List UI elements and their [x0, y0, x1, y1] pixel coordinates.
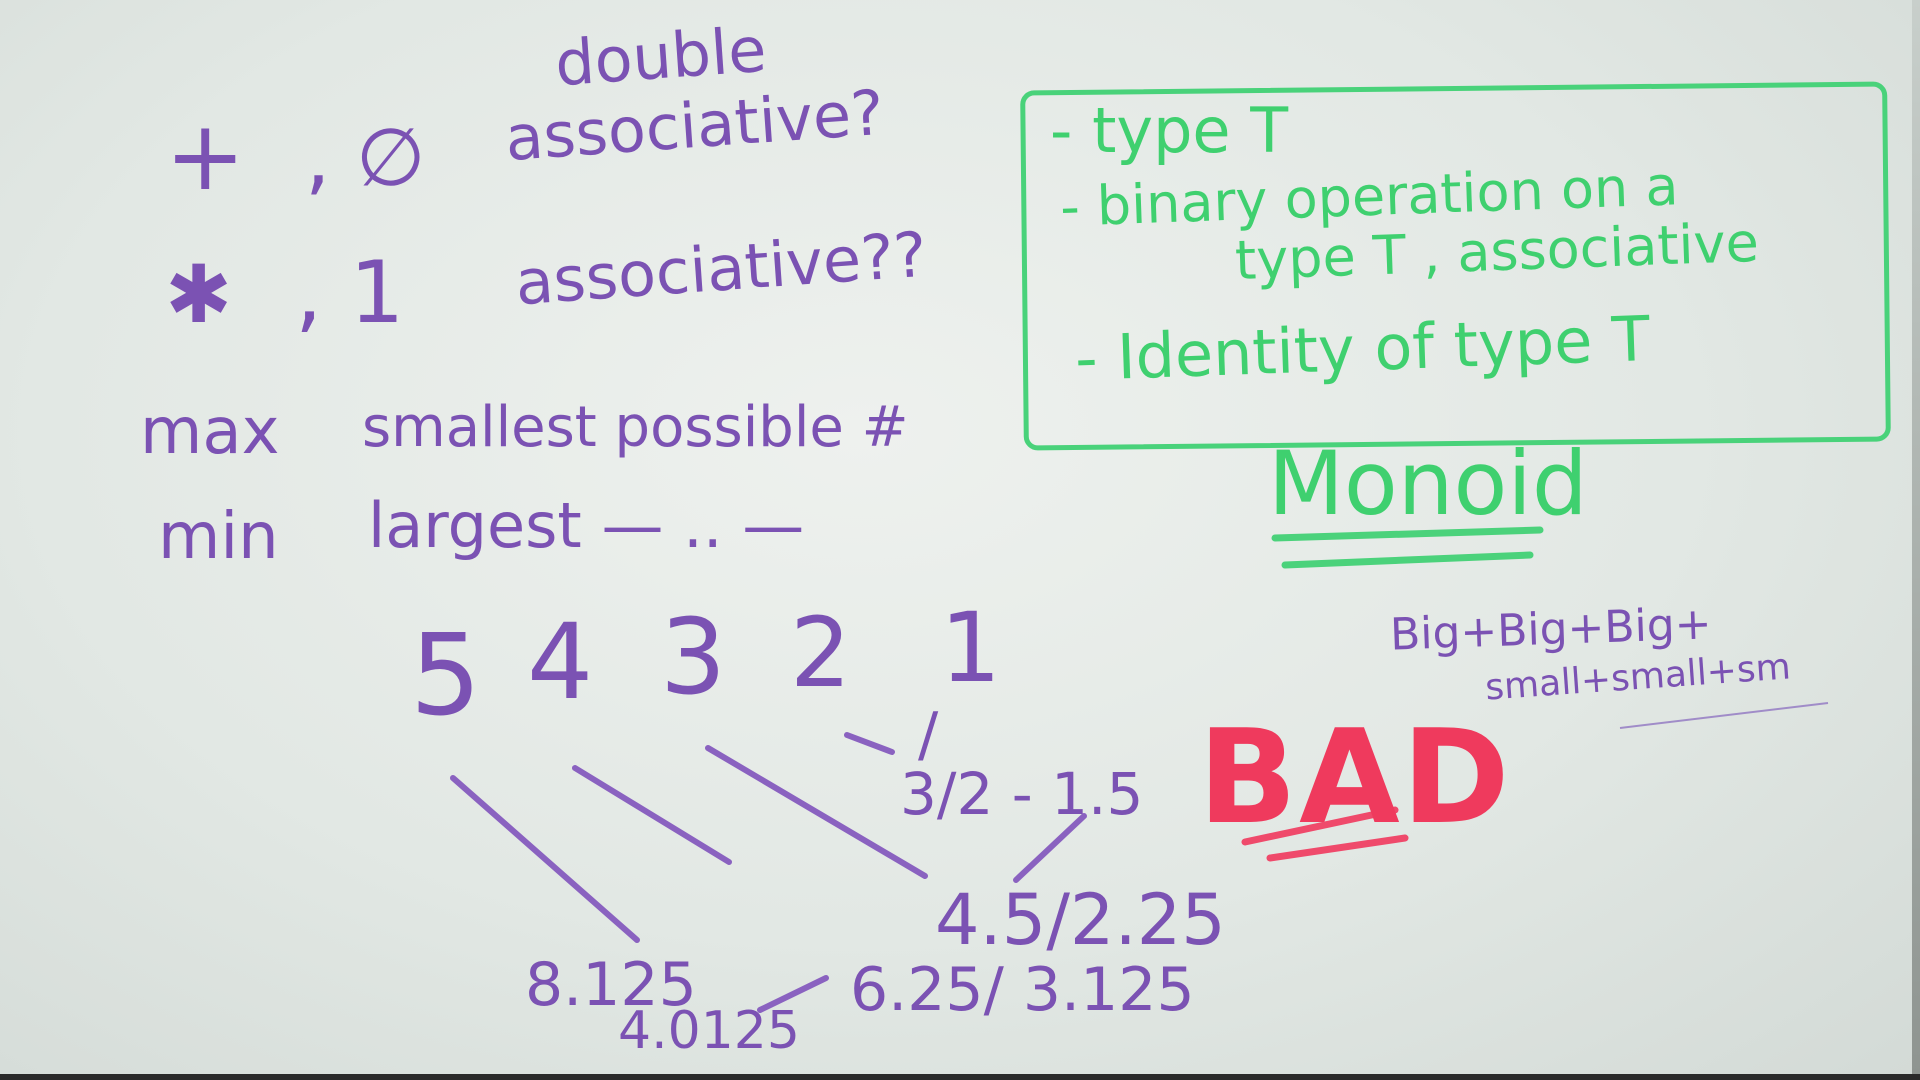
monoid-underline-2 [1281, 551, 1534, 569]
monoid-item-identity: - Identity of type T [1073, 301, 1652, 396]
six-point-25: 6.25/ 3.125 [850, 955, 1195, 1025]
line-4 [572, 765, 732, 865]
line-5 [450, 775, 640, 943]
monoid-item-type: - type T [1050, 94, 1289, 167]
slash-mark: / [918, 700, 939, 770]
three-halves: 3/2 - 1.5 [900, 760, 1144, 828]
monoid-title: Monoid [1268, 432, 1588, 535]
four-point-0125: 4.0125 [618, 1001, 800, 1061]
four-point-five: 4.5/2.25 [935, 879, 1226, 961]
dash-21 [844, 732, 895, 755]
line-3 [705, 745, 928, 879]
big-small-underline [1619, 702, 1829, 729]
bad-label: BAD [1198, 701, 1512, 853]
big-sum: Big+Big+Big+ [1389, 598, 1713, 661]
